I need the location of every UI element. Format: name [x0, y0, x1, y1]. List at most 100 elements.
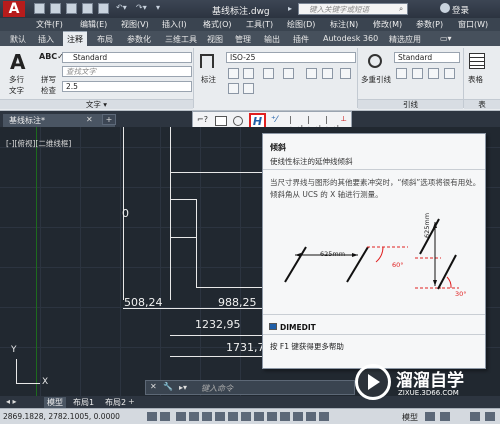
dim-style-override-icon[interactable]: ⌐?: [197, 115, 212, 127]
quick-view-icon[interactable]: [425, 412, 435, 421]
menu-dimension[interactable]: 标注(N): [330, 19, 358, 30]
spell-check-label-2[interactable]: 检查: [41, 85, 56, 96]
text-panel-title[interactable]: 文字: [86, 100, 101, 109]
open-file-icon[interactable]: [50, 3, 61, 14]
3d-snap-icon[interactable]: [228, 412, 238, 421]
spell-check-icon[interactable]: ABC✓: [39, 52, 64, 61]
search-input[interactable]: 键入关键字或短语 ⌕: [298, 3, 408, 15]
tab-model[interactable]: 模型: [44, 397, 66, 408]
tab-annotate[interactable]: 注释: [63, 31, 87, 46]
tab-view[interactable]: 视图: [207, 34, 223, 45]
tab-featured-apps[interactable]: 精选应用: [389, 34, 421, 45]
snap-mode-icon[interactable]: [160, 412, 170, 421]
tab-layout[interactable]: 布局: [97, 34, 113, 45]
text-height-select[interactable]: 2.5: [62, 81, 192, 92]
search-icon[interactable]: ⌕: [399, 4, 403, 14]
ucs-dynamic-icon[interactable]: [254, 412, 264, 421]
login-link[interactable]: 登录: [452, 4, 469, 16]
object-snap-tracking-icon[interactable]: [241, 412, 251, 421]
dim-text-center-icon[interactable]: |⟷|: [307, 115, 322, 133]
save-as-icon[interactable]: [82, 3, 93, 14]
dynamic-input-icon[interactable]: [267, 412, 277, 421]
undo-icon[interactable]: ↶▾: [116, 3, 127, 12]
table-panel-title[interactable]: 表: [478, 100, 486, 109]
prev-layout-icon[interactable]: ◂ ▸: [6, 397, 17, 406]
quick-properties-icon[interactable]: [306, 412, 316, 421]
redo-icon[interactable]: ↷▾: [136, 3, 147, 12]
close-cmdline-icon[interactable]: ✕: [150, 382, 157, 391]
dim-update-icon[interactable]: [340, 68, 351, 79]
menu-parametric[interactable]: 参数(P): [416, 19, 443, 30]
tab-autodesk-360[interactable]: Autodesk 360: [323, 34, 378, 43]
autocad-logo-icon[interactable]: A: [3, 1, 25, 17]
dim-reassociate-icon[interactable]: [215, 116, 227, 126]
text-style-select[interactable]: Standard: [62, 52, 192, 63]
leader-panel-title[interactable]: 引线: [403, 100, 418, 109]
command-line[interactable]: ✕ 🔧 ▸▾ 键入命令: [145, 380, 355, 395]
menu-draw[interactable]: 绘图(D): [287, 19, 315, 30]
dim-break-icon[interactable]: [228, 68, 239, 79]
tab-plugins[interactable]: 插件: [293, 34, 309, 45]
menu-tools[interactable]: 工具(T): [246, 19, 273, 30]
save-icon[interactable]: [66, 3, 77, 14]
dim-style-select[interactable]: ISO-25: [226, 52, 356, 63]
new-file-icon[interactable]: [34, 3, 45, 14]
coordinate-readout[interactable]: 2869.1828, 2782.1005, 0.0000: [3, 412, 120, 421]
baseline-dim-icon[interactable]: [283, 68, 294, 79]
tab-3d-tools[interactable]: 三维工具: [165, 34, 197, 45]
dim-text-left-icon[interactable]: |⟷|: [289, 115, 304, 133]
tab-output[interactable]: 输出: [264, 34, 280, 45]
tab-parametric[interactable]: 参数化: [127, 34, 151, 45]
menu-format[interactable]: 格式(O): [203, 19, 232, 30]
tab-default[interactable]: 默认: [10, 34, 26, 45]
print-icon[interactable]: [98, 3, 109, 14]
close-tab-icon[interactable]: ✕: [86, 115, 93, 124]
transparency-icon[interactable]: [293, 412, 303, 421]
align-leader-icon[interactable]: [428, 68, 439, 79]
find-text-input[interactable]: 查找文字: [62, 66, 192, 77]
dim-text-angle-icon[interactable]: ⁺⁄: [271, 115, 286, 127]
spell-check-label[interactable]: 拼写: [41, 74, 56, 85]
dimension-label[interactable]: 标注: [201, 74, 216, 85]
dim-adjust-space-icon[interactable]: [243, 68, 254, 79]
polar-tracking-icon[interactable]: [202, 412, 212, 421]
menu-insert[interactable]: 插入(I): [162, 19, 187, 30]
continue-dim-icon[interactable]: [263, 68, 274, 79]
viewport-controls[interactable]: [-][俯视][二维线框]: [6, 138, 71, 149]
search-expand-icon[interactable]: ▸: [288, 4, 292, 13]
menu-view[interactable]: 视图(V): [121, 19, 149, 30]
annotation-scale-icon[interactable]: [440, 412, 450, 421]
customize-icon[interactable]: [485, 412, 495, 421]
dim-tolerance-icon[interactable]: [228, 83, 239, 94]
selection-cycling-icon[interactable]: [319, 412, 329, 421]
object-snap-icon[interactable]: [215, 412, 225, 421]
model-space-indicator[interactable]: 模型: [402, 412, 418, 423]
dim-jog-icon[interactable]: [322, 68, 333, 79]
tab-insert[interactable]: 插入: [38, 34, 54, 45]
dim-text-right-icon[interactable]: |⟷|: [325, 115, 340, 133]
workspace-icon[interactable]: [470, 412, 480, 421]
table-icon[interactable]: [469, 53, 485, 69]
tab-layout2[interactable]: 布局2: [102, 397, 129, 408]
collect-leader-icon[interactable]: [444, 68, 455, 79]
dim-text-edit-icon[interactable]: ⟂: [341, 114, 351, 124]
menu-file[interactable]: 文件(F): [36, 19, 63, 30]
leader-style-select[interactable]: Standard: [394, 52, 460, 63]
dimension-icon[interactable]: [200, 54, 214, 68]
remove-leader-icon[interactable]: [412, 68, 423, 79]
multileader-icon[interactable]: [368, 54, 382, 68]
table-label[interactable]: 表格: [468, 74, 483, 85]
dim-center-mark-icon[interactable]: [243, 83, 254, 94]
tab-manage[interactable]: 管理: [235, 34, 251, 45]
menu-window[interactable]: 窗口(W): [458, 19, 488, 30]
multiline-text-icon[interactable]: A: [10, 50, 25, 74]
menu-modify[interactable]: 修改(M): [373, 19, 402, 30]
wrench-icon[interactable]: 🔧: [163, 382, 173, 391]
document-tab[interactable]: 基线标注*: [3, 114, 115, 127]
add-layout-icon[interactable]: +: [128, 397, 135, 406]
new-tab-button[interactable]: +: [102, 114, 116, 125]
multiline-text-label-2[interactable]: 文字: [9, 85, 24, 96]
lineweight-icon[interactable]: [280, 412, 290, 421]
qat-dropdown-icon[interactable]: ▾: [156, 3, 160, 12]
multileader-label[interactable]: 多重引线: [361, 74, 391, 85]
